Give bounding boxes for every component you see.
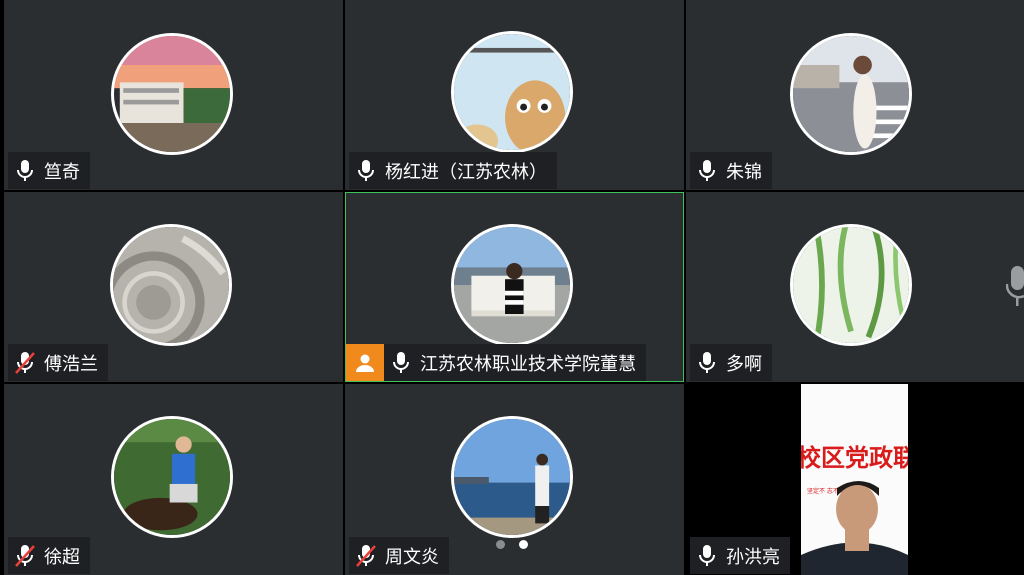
participant-name-label: 江苏农林职业技术学院董慧 (384, 344, 646, 381)
partial-microphone-icon (1005, 264, 1024, 308)
participant-avatar (110, 224, 232, 346)
participant-video-feed: 校区党政联 坚定不 志不渝新 (801, 384, 908, 575)
participant-name-label: 徐超 (8, 537, 90, 574)
microphone-muted-icon (14, 544, 36, 568)
pagination-indicator[interactable] (496, 540, 528, 549)
participant-tile-6[interactable]: 多啊 (686, 192, 1024, 382)
participant-name: 周文炎 (385, 546, 439, 568)
participant-name-label: 孙洪亮 (690, 537, 790, 574)
microphone-muted-icon (14, 351, 36, 375)
participant-name-label: 多啊 (690, 344, 772, 381)
participant-name-label: 朱锦 (690, 152, 772, 189)
microphone-icon (696, 159, 718, 183)
participant-tile-3[interactable]: 朱锦 (686, 0, 1024, 190)
participant-avatar (451, 31, 573, 153)
microphone-icon (390, 351, 412, 375)
participant-name-label: 傅浩兰 (8, 344, 108, 381)
participant-name: 杨红进（江苏农林） (385, 161, 547, 183)
participant-name-label: 周文炎 (349, 537, 449, 574)
participant-name-label: 笪奇 (8, 152, 90, 189)
participant-name: 朱锦 (726, 161, 762, 183)
participant-tile-1[interactable]: 笪奇 (4, 0, 343, 190)
microphone-icon (355, 159, 377, 183)
participant-name: 傅浩兰 (44, 353, 98, 375)
page-dot-1[interactable] (496, 540, 505, 549)
participant-tile-7[interactable]: 徐超 (4, 384, 343, 575)
page-dot-2-current[interactable] (519, 540, 528, 549)
host-badge-icon (346, 344, 384, 381)
participant-name: 江苏农林职业技术学院董慧 (420, 353, 636, 375)
microphone-icon (696, 351, 718, 375)
video-person (801, 481, 908, 575)
participant-name: 笪奇 (44, 161, 80, 183)
participant-tile-2[interactable]: 杨红进（江苏农林） (345, 0, 684, 190)
participant-avatar (451, 224, 573, 346)
participant-avatar (790, 224, 912, 346)
participant-name: 多啊 (726, 353, 762, 375)
participant-avatar (111, 416, 233, 538)
participant-tile-4[interactable]: 傅浩兰 (4, 192, 343, 382)
participant-name-label: 杨红进（江苏农林） (349, 152, 557, 189)
participant-avatar (790, 33, 912, 155)
microphone-icon (14, 159, 36, 183)
participant-tile-5-active[interactable]: 江苏农林职业技术学院董慧 (345, 192, 684, 382)
participant-avatar (451, 416, 573, 538)
microphone-muted-icon (355, 544, 377, 568)
microphone-icon (696, 544, 718, 568)
participant-name: 徐超 (44, 546, 80, 568)
participant-avatar (111, 33, 233, 155)
participant-name: 孙洪亮 (726, 546, 780, 568)
